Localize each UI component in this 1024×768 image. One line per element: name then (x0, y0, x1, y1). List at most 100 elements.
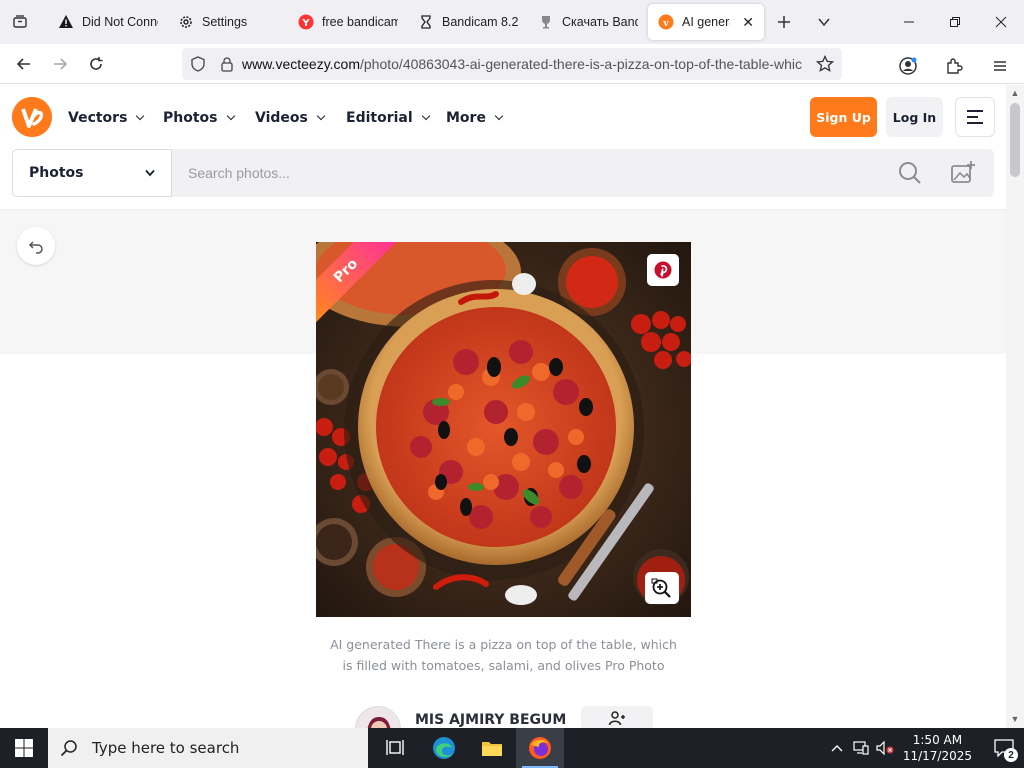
search-field[interactable] (172, 149, 994, 197)
minimize-button[interactable] (886, 0, 932, 44)
chevron-down-icon (494, 111, 504, 121)
start-button[interactable] (0, 728, 48, 768)
firefox-icon (529, 737, 551, 759)
app-menu-button[interactable] (982, 48, 1018, 84)
back-to-results-button[interactable] (17, 227, 55, 265)
zoom-button[interactable] (645, 572, 679, 604)
system-tray: 1:50 AM 11/17/2025 2 (825, 728, 1024, 768)
page-scrollbar[interactable]: ▲ ▼ (1006, 85, 1024, 728)
search-type-select[interactable]: Photos (12, 149, 172, 197)
volume-muted-icon[interactable] (873, 741, 897, 755)
tab-list-button[interactable] (0, 0, 40, 44)
restore-icon (950, 17, 960, 27)
scroll-thumb[interactable] (1010, 103, 1020, 177)
forward-button[interactable] (42, 46, 78, 82)
vecteezy-logo[interactable] (12, 97, 52, 137)
author-name[interactable]: MIS AJMIRY BEGUM (415, 712, 566, 728)
sign-up-button[interactable]: Sign Up (810, 97, 877, 137)
tray-overflow-icon[interactable] (825, 744, 849, 752)
tab-free-bandicam[interactable]: Y free bandicam (288, 4, 408, 40)
pizza-photo[interactable]: Pro (316, 242, 691, 617)
tab-settings[interactable]: Settings (168, 4, 288, 40)
restore-button[interactable] (932, 0, 978, 44)
trophy-icon (538, 14, 554, 30)
tab-title: AI generate (682, 15, 730, 29)
account-icon (899, 57, 917, 75)
menu-photos[interactable]: Photos (163, 110, 235, 126)
url-text[interactable]: www.vecteezy.com/photo/40863043-ai-gener… (242, 56, 802, 72)
edge-browser-icon (433, 737, 455, 759)
search-bar: Photos (12, 149, 994, 197)
clock[interactable]: 1:50 AM 11/17/2025 (903, 732, 972, 764)
close-icon (995, 16, 1007, 28)
network-icon[interactable] (849, 741, 873, 755)
menu-photos-label: Photos (163, 110, 218, 126)
hamburger-menu-icon (967, 110, 983, 124)
search-type-value: Photos (29, 165, 84, 181)
notification-center-button[interactable]: 2 (984, 728, 1024, 768)
close-window-button[interactable] (978, 0, 1024, 44)
new-tab-button[interactable] (764, 2, 804, 42)
notification-count-badge: 2 (1004, 748, 1018, 762)
gear-icon (178, 14, 194, 30)
task-view-button[interactable] (372, 728, 420, 768)
zoom-in-icon (651, 578, 671, 598)
reload-button[interactable] (78, 46, 114, 82)
menu-videos-label: Videos (255, 110, 308, 126)
menu-vectors-label: Vectors (68, 110, 128, 126)
follow-author-button[interactable] (581, 706, 653, 730)
tab-skachat-bandicam[interactable]: Скачать Bandi (528, 4, 648, 40)
site-header: Vectors Photos Videos Editorial More Sig… (0, 85, 1006, 149)
taskbar-firefox[interactable] (516, 728, 564, 768)
url-host: www.vecteezy.com (242, 56, 360, 72)
menu-videos[interactable]: Videos (255, 110, 326, 126)
tab-did-not-connect[interactable]: Did Not Conne (48, 4, 168, 40)
search-icon (60, 740, 77, 757)
bookmark-star-icon[interactable] (816, 55, 834, 73)
image-search-icon[interactable] (950, 160, 976, 189)
vecteezy-logo-icon (12, 97, 52, 137)
site-menu-button[interactable] (955, 97, 995, 137)
search-input[interactable] (188, 165, 788, 181)
extensions-button[interactable] (936, 48, 972, 84)
windows-logo-icon (15, 739, 33, 757)
pinterest-button[interactable] (647, 254, 679, 286)
list-all-tabs-button[interactable] (804, 2, 844, 42)
taskbar-search-box[interactable]: Type here to search (48, 728, 368, 768)
plus-icon (778, 16, 790, 28)
lock-icon[interactable] (220, 56, 234, 72)
clock-time: 1:50 AM (912, 733, 963, 747)
task-view-icon (386, 740, 404, 755)
tab-ai-generated[interactable]: v AI generate ✕ (648, 4, 764, 40)
undo-arrow-icon (28, 241, 43, 254)
clock-date: 11/17/2025 (902, 749, 972, 763)
taskbar-file-explorer[interactable] (468, 728, 516, 768)
svg-text:v: v (662, 19, 669, 29)
url-bar[interactable]: www.vecteezy.com/photo/40863043-ai-gener… (182, 48, 842, 80)
pizza-illustration (316, 242, 691, 617)
chevron-down-icon (818, 18, 830, 27)
puzzle-icon (947, 58, 963, 74)
chevron-down-icon (421, 111, 430, 121)
tab-title: Did Not Conne (82, 15, 158, 29)
user-plus-icon (608, 711, 625, 726)
hamburger-menu-icon (994, 61, 1006, 71)
account-button[interactable] (890, 48, 926, 84)
shield-icon[interactable] (190, 56, 206, 72)
search-icon[interactable] (898, 161, 922, 188)
reload-icon (90, 56, 103, 70)
back-button[interactable] (6, 46, 42, 82)
menu-more[interactable]: More (446, 110, 504, 126)
tab-title: Bandicam 8.2.2 (442, 15, 518, 29)
close-tab-icon[interactable]: ✕ (742, 14, 754, 31)
taskbar-edge[interactable] (420, 728, 468, 768)
menu-vectors[interactable]: Vectors (68, 110, 145, 126)
tab-title: free bandicam (322, 15, 398, 29)
scroll-down-icon[interactable]: ▼ (1009, 713, 1021, 725)
menu-editorial[interactable]: Editorial (346, 110, 430, 126)
arrow-left-icon (16, 57, 30, 70)
log-in-button[interactable]: Log In (886, 97, 943, 137)
url-path: /photo/40863043-ai-generated-there-is-a-… (360, 56, 802, 72)
tab-bandicam[interactable]: Bandicam 8.2.2 (408, 4, 528, 40)
scroll-up-icon[interactable]: ▲ (1009, 87, 1021, 99)
